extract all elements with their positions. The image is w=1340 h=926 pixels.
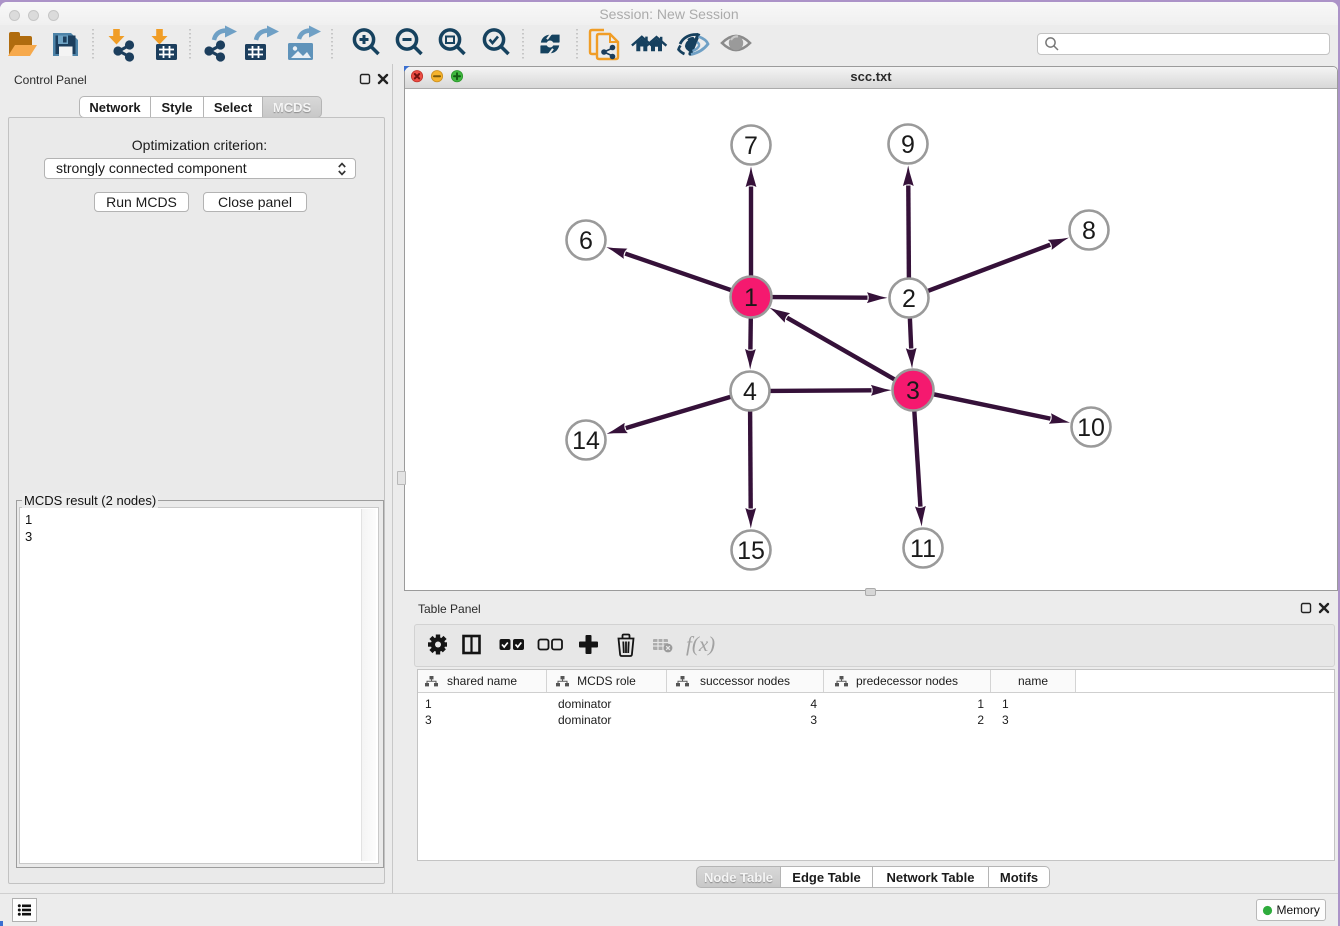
- svg-text:8: 8: [1082, 217, 1096, 245]
- svg-text:6: 6: [579, 227, 593, 255]
- svg-text:f(x): f(x): [686, 632, 715, 656]
- svg-text:7: 7: [744, 132, 758, 160]
- svg-text:14: 14: [572, 427, 600, 455]
- svg-text:10: 10: [1077, 414, 1105, 442]
- svg-text:1: 1: [744, 284, 758, 312]
- svg-text:4: 4: [743, 378, 757, 406]
- svg-text:2: 2: [902, 285, 916, 313]
- svg-text:15: 15: [737, 537, 765, 565]
- svg-text:9: 9: [901, 131, 915, 159]
- svg-text:3: 3: [906, 377, 920, 405]
- svg-text:11: 11: [910, 535, 936, 563]
